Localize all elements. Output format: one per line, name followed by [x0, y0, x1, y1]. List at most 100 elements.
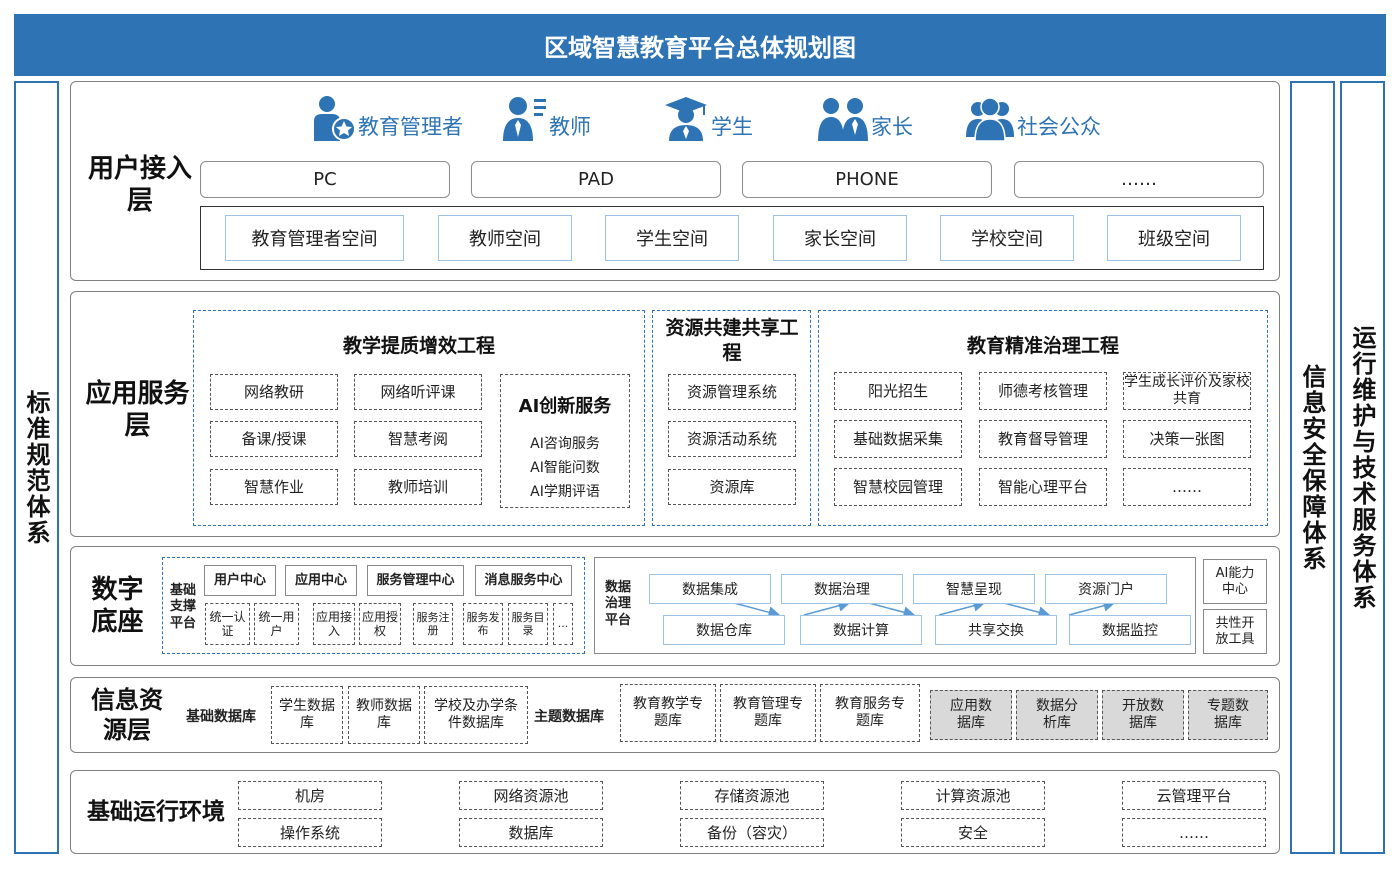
data-flow-step: 数据集成 — [649, 574, 771, 604]
data-flow-step: 智慧呈现 — [913, 574, 1035, 604]
ai-service-item: AI咨询服务 — [530, 436, 600, 452]
governance-item: 师德考核管理 — [979, 372, 1107, 410]
infra-item: 备份（容灾） — [680, 818, 824, 847]
resource-item: 资源管理系统 — [668, 374, 796, 410]
device-more: …… — [1014, 161, 1264, 198]
data-store-item: 开放数据库 — [1102, 690, 1184, 740]
user-role-admin: 教育管理者 — [312, 95, 463, 141]
teaching-item: 智慧作业 — [210, 469, 338, 505]
teaching-item: 教师培训 — [354, 469, 482, 505]
user-center: 用户中心 — [204, 565, 276, 596]
center-sub-item: 应用授权 — [359, 603, 401, 645]
student-icon — [665, 97, 707, 141]
data-flow-step: 数据计算 — [800, 615, 922, 645]
infra-item: 存储资源池 — [680, 781, 824, 810]
user-role-student: 学生 — [663, 95, 753, 141]
digital-base-layer-label: 数字底座 — [91, 574, 144, 638]
ai-capability-center: AI能力中心 — [1203, 559, 1267, 604]
topic-database-item: 教育服务专题库 — [820, 684, 920, 742]
teaching-item: 网络听评课 — [354, 374, 482, 410]
governance-item: 智能心理平台 — [979, 468, 1107, 506]
topic-database-item: 教育教学专题库 — [620, 684, 716, 742]
ai-service-item: AI学期评语 — [530, 484, 600, 500]
device-pad: PAD — [471, 161, 721, 198]
page-title: 区域智慧教育平台总体规划图 — [14, 14, 1386, 76]
space-class: 班级空间 — [1107, 215, 1241, 261]
resource-item: 资源库 — [668, 469, 796, 505]
device-phone: PHONE — [742, 161, 992, 198]
teacher-icon — [503, 97, 546, 141]
data-flow-step: 数据治理 — [781, 574, 903, 604]
ops-service-panel: 运行维护与技术服务体系 — [1340, 81, 1385, 854]
governance-item: 决策一张图 — [1123, 420, 1251, 458]
data-flow-step: 资源门户 — [1045, 574, 1167, 604]
user-access-layer-label: 用户接入层 — [87, 153, 192, 217]
app-center: 应用中心 — [285, 565, 357, 596]
public-icon — [966, 97, 1014, 141]
data-store-item: 应用数据库 — [930, 690, 1012, 740]
data-flow-step: 共享交换 — [935, 615, 1057, 645]
security-system-label: 信息安全保障体系 — [1298, 363, 1326, 572]
teaching-item: 智慧考阅 — [354, 421, 482, 457]
user-role-parent: 家长 — [817, 95, 913, 141]
teaching-item: 网络教研 — [210, 374, 338, 410]
security-system-panel: 信息安全保障体系 — [1290, 81, 1335, 854]
governance-item: 学生成长评价及家校共育 — [1123, 372, 1251, 410]
governance-item: …… — [1123, 468, 1251, 506]
standards-system-panel: 标准规范体系 — [14, 81, 59, 854]
resource-item: 资源活动系统 — [668, 421, 796, 457]
basic-database-item: 学生数据库 — [271, 686, 343, 744]
basic-database-item: 学校及办学条件数据库 — [424, 686, 528, 744]
app-service-layer-label: 应用服务层 — [85, 378, 190, 442]
ai-service-item: AI智能问数 — [530, 460, 600, 476]
resource-sharing-title: 资源共建共享工程 — [665, 317, 799, 364]
infra-item: 计算资源池 — [901, 781, 1045, 810]
teaching-quality-title: 教学提质增效工程 — [342, 335, 495, 357]
space-parent: 家长空间 — [773, 215, 907, 261]
infra-item: 网络资源池 — [459, 781, 603, 810]
governance-item: 智慧校园管理 — [834, 468, 962, 506]
parents-icon — [818, 98, 868, 141]
space-administrator: 教育管理者空间 — [225, 215, 404, 261]
center-sub-item: 统一认证 — [205, 603, 250, 645]
center-sub-item: 服务发布 — [463, 603, 503, 645]
device-pc: PC — [200, 161, 450, 198]
infra-item: 机房 — [238, 781, 382, 810]
standards-system-label: 标准规范体系 — [22, 389, 50, 546]
space-student: 学生空间 — [605, 215, 739, 261]
teaching-item: 备课/授课 — [210, 421, 338, 457]
administrator-icon — [314, 96, 356, 141]
infra-item: 数据库 — [459, 818, 603, 847]
precise-governance-title: 教育精准治理工程 — [966, 335, 1119, 357]
basic-database-item: 教师数据库 — [348, 686, 420, 744]
infrastructure-layer-label: 基础运行环境 — [87, 798, 225, 825]
center-sub-item: 应用接入 — [313, 603, 355, 645]
ai-innovation-title: AI创新服务 — [518, 396, 612, 417]
center-sub-item: 服务注册 — [413, 603, 453, 645]
topic-database-item: 教育管理专题库 — [720, 684, 816, 742]
info-resource-layer-label: 信息资源层 — [91, 686, 163, 744]
governance-item: 基础数据采集 — [834, 420, 962, 458]
data-flow-step: 数据监控 — [1069, 615, 1191, 645]
data-store-item: 数据分析库 — [1016, 690, 1098, 740]
user-roles-row: 教育管理者 教师 学生 家长 社会公众 — [312, 92, 1212, 144]
center-sub-item: ... — [553, 603, 573, 645]
data-flow-step: 数据仓库 — [663, 615, 785, 645]
data-store-item: 专题数据库 — [1188, 690, 1268, 740]
topic-database-label: 主题数据库 — [534, 709, 604, 725]
basic-database-label: 基础数据库 — [186, 709, 256, 725]
common-open-tools: 共性开放工具 — [1203, 609, 1267, 654]
user-role-student-label: 学生 — [711, 115, 753, 139]
center-sub-item: 服务目录 — [508, 603, 548, 645]
user-role-admin-label: 教育管理者 — [358, 115, 463, 139]
user-role-public: 社会公众 — [965, 95, 1101, 141]
space-school: 学校空间 — [940, 215, 1074, 261]
governance-item: 教育督导管理 — [979, 420, 1107, 458]
basic-support-platform-label: 基础支撑平台 — [169, 583, 196, 631]
center-sub-item: 统一用户 — [254, 603, 299, 645]
infra-item: …… — [1122, 818, 1266, 847]
service-management-center: 服务管理中心 — [367, 565, 464, 596]
user-role-teacher: 教师 — [501, 95, 591, 141]
ops-service-label: 运行维护与技术服务体系 — [1348, 324, 1376, 611]
space-teacher: 教师空间 — [438, 215, 572, 261]
